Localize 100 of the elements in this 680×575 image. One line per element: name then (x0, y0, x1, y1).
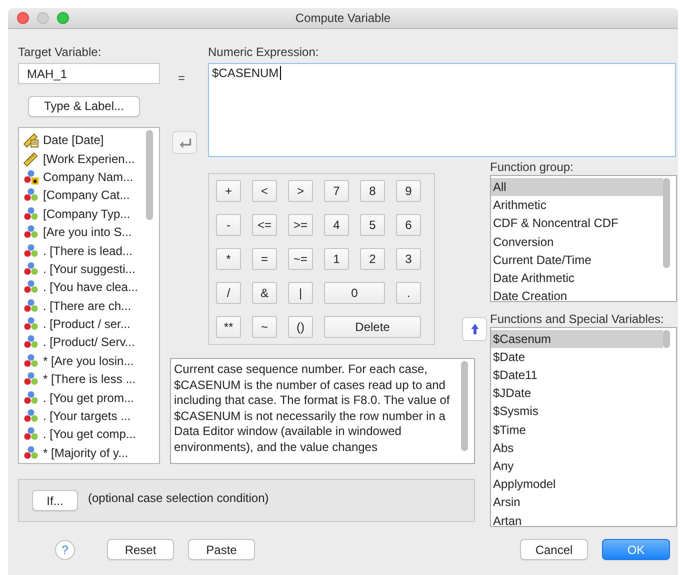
function-item[interactable]: $Sysmis (491, 402, 663, 421)
keypad-key[interactable]: / (216, 282, 241, 304)
keypad-key[interactable]: 7 (324, 180, 349, 202)
function-item[interactable]: Abs (491, 438, 663, 457)
variable-item[interactable]: . [Your targets ... (19, 406, 146, 426)
variable-item[interactable]: . [You get comp... (19, 425, 146, 444)
function-item[interactable]: Arsin (491, 493, 663, 512)
nominal-balls-icon (23, 224, 39, 240)
variable-item[interactable]: [Company Cat... (19, 186, 146, 205)
keypad-key[interactable]: 2 (360, 248, 385, 270)
variable-list[interactable] (18, 127, 160, 464)
target-variable-field[interactable]: MAH_1 (18, 63, 160, 84)
keypad-key[interactable]: >= (288, 214, 313, 236)
variable-item[interactable]: . [You get prom... (19, 388, 146, 407)
function-group-item[interactable]: Current Date/Time (491, 250, 663, 269)
nominal-balls-icon (23, 352, 39, 369)
target-variable-label: Target Variable: (18, 45, 102, 61)
function-item[interactable]: $Time (491, 420, 663, 439)
function-item[interactable]: Artan (491, 512, 663, 526)
variable-item[interactable]: [Company Typ... (19, 204, 146, 223)
keypad-key[interactable]: < (252, 180, 277, 202)
function-group-list[interactable]: All Arithmetic CDF & Noncentral CDF Conversion Current Date/Time Date Arithmetic Date Creation (490, 175, 677, 302)
variable-item[interactable]: * [Majority of y... (19, 444, 146, 462)
keypad-key[interactable]: 9 (396, 180, 421, 202)
function-item[interactable]: Any (491, 457, 663, 476)
variable-item[interactable]: . [Product / ser... (19, 314, 146, 334)
keypad-key[interactable]: 8 (360, 180, 385, 202)
insert-function-button[interactable] (462, 317, 487, 341)
functions-label: Functions and Special Variables: (490, 312, 665, 326)
variable-item[interactable]: . [There is lead... (19, 241, 146, 260)
up-arrow-icon (468, 323, 480, 335)
keypad-key[interactable]: - (216, 214, 241, 236)
zoom-icon[interactable] (57, 12, 69, 24)
equals-sign: = (178, 71, 186, 85)
nominal-balls-icon (23, 279, 39, 296)
nominal-balls-icon (23, 206, 39, 222)
keypad-key[interactable]: ~= (288, 248, 313, 270)
function-item[interactable]: Applymodel (491, 475, 663, 494)
dialog-button[interactable]: Cancel (520, 539, 588, 560)
keypad-key[interactable]: Delete (324, 316, 421, 338)
function-group-item[interactable]: CDF & Noncentral CDF (491, 214, 663, 233)
keypad-key[interactable]: ** (216, 316, 241, 338)
keypad-key[interactable]: ~ (252, 316, 277, 338)
scrollbar-thumb[interactable] (663, 330, 670, 348)
minimize-icon[interactable] (37, 12, 49, 24)
function-group-label: Function group: (490, 160, 574, 174)
variable-item[interactable]: [Work Experien... (19, 149, 146, 168)
string-balls-icon (23, 168, 39, 185)
keypad-key[interactable]: & (252, 282, 277, 304)
if-button[interactable]: If... (32, 490, 78, 511)
variable-item[interactable]: * [Are you losin... (19, 352, 146, 370)
variable-item[interactable]: . [You have clea... (19, 278, 146, 297)
keypad-key[interactable]: * (216, 248, 241, 270)
function-group-item[interactable]: All (491, 178, 663, 196)
variable-item[interactable]: . [There are ch... (19, 296, 146, 315)
nominal-balls-icon (23, 408, 39, 424)
keypad-key[interactable]: () (288, 316, 313, 338)
keypad-key[interactable]: + (216, 180, 241, 202)
keypad-key[interactable]: 4 (324, 214, 349, 236)
keypad-key[interactable]: <= (252, 214, 277, 236)
function-group-item[interactable]: Arithmetic (491, 196, 663, 214)
functions-list[interactable]: $Casenum $Date $Date11 $JDate $Sysmis $Time Abs Any Applymodel Arsin Artan (490, 326, 677, 527)
variable-item[interactable]: * [There is less ... (19, 370, 146, 388)
ruler-icon (23, 150, 39, 167)
scrollbar-thumb[interactable] (146, 130, 153, 220)
close-icon[interactable] (17, 12, 29, 24)
keypad-key[interactable]: = (252, 248, 277, 270)
function-group-item[interactable]: Date Arithmetic (491, 268, 663, 288)
keypad-key[interactable]: 0 (324, 282, 385, 304)
keypad-key[interactable]: 1 (324, 248, 349, 270)
keypad-key[interactable]: 3 (396, 248, 421, 270)
return-arrow-icon (178, 136, 192, 150)
variable-item[interactable]: Company Nam... (19, 168, 146, 186)
function-item[interactable]: $Date (491, 348, 663, 366)
dialog-button[interactable]: Reset (107, 539, 174, 560)
variable-item[interactable]: Date [Date] (19, 131, 146, 150)
nominal-balls-icon (23, 371, 39, 388)
function-item[interactable]: $Casenum (491, 330, 663, 348)
variable-item[interactable]: . [Your suggesti... (19, 260, 146, 278)
move-variable-button[interactable] (172, 131, 197, 154)
function-group-item[interactable]: Conversion (491, 232, 663, 251)
keypad-key[interactable]: 5 (360, 214, 385, 236)
type-label-button[interactable]: Type & Label... (28, 96, 140, 116)
nominal-balls-icon (23, 390, 39, 406)
keypad-key[interactable]: | (288, 282, 313, 304)
nominal-balls-icon (23, 242, 39, 259)
scrollbar-thumb[interactable] (663, 178, 670, 268)
help-button[interactable]: ? (55, 540, 75, 560)
keypad-key[interactable]: > (288, 180, 313, 202)
variable-item[interactable]: . [Product/ Serv... (19, 333, 146, 352)
function-item[interactable]: $Date11 (491, 366, 663, 384)
numeric-expression-field[interactable]: $CASENUM (208, 63, 676, 157)
function-group-item[interactable]: Date Creation (491, 287, 663, 301)
variable-item[interactable]: [Are you into S... (19, 222, 146, 242)
dialog-button[interactable]: Paste (188, 539, 255, 560)
function-item[interactable]: $JDate (491, 384, 663, 402)
keypad-key[interactable]: 6 (396, 214, 421, 236)
nominal-balls-icon (23, 298, 39, 314)
scrollbar-thumb[interactable] (461, 361, 468, 451)
keypad-key[interactable]: . (396, 282, 421, 304)
